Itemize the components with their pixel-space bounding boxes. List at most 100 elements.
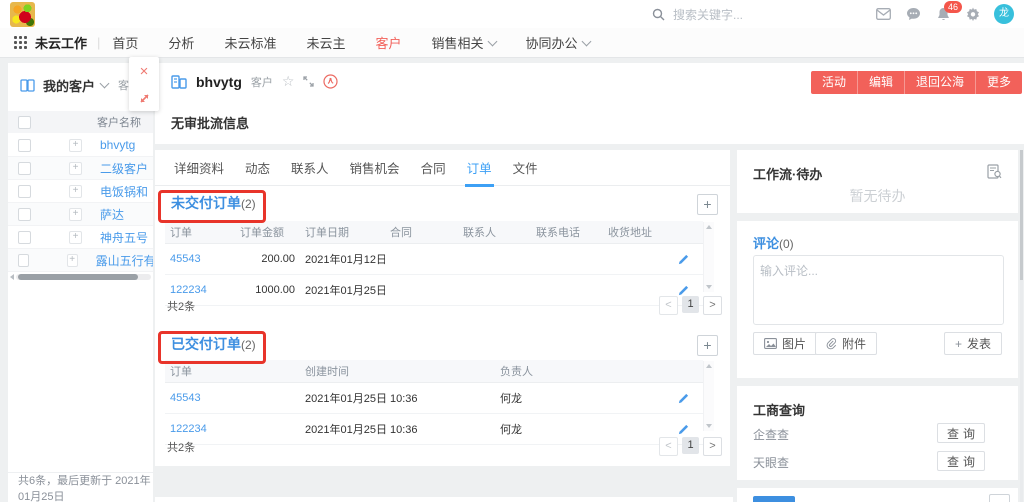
tianyancha-query-button[interactable]: 查询 (937, 451, 985, 471)
row-checkbox[interactable] (18, 185, 31, 198)
doc-search-icon[interactable] (987, 164, 1002, 179)
row-checkbox[interactable] (18, 139, 31, 152)
comment-input[interactable] (753, 255, 1004, 325)
tab-files[interactable]: 文件 (511, 149, 540, 186)
customer-name-link[interactable]: 露山五行有限 (96, 252, 153, 269)
image-button[interactable]: 图片 (753, 332, 817, 355)
nav-item-home[interactable]: 首页 (112, 33, 138, 52)
list-item[interactable]: + 二级客户 (8, 157, 153, 180)
settings-button[interactable] (958, 7, 988, 21)
order-link[interactable]: 122234 (170, 284, 207, 296)
scroll-down-icon[interactable] (706, 424, 712, 428)
nav-item-standard[interactable]: 未云标准 (224, 33, 276, 52)
customer-name-link[interactable]: 萨达 (100, 206, 124, 223)
row-checkbox[interactable] (18, 231, 31, 244)
prev-page-button[interactable]: < (659, 437, 678, 456)
app-logo[interactable] (10, 2, 35, 27)
table-scrollbar[interactable] (703, 361, 714, 431)
scroll-up-icon[interactable] (706, 225, 712, 229)
attachment-button[interactable]: 附件 (815, 332, 877, 355)
right-panel-scrollbar[interactable] (1020, 150, 1023, 502)
list-item[interactable]: + 电饭锅和 (8, 180, 153, 203)
row-checkbox[interactable] (18, 208, 31, 221)
edit-pencil-icon[interactable] (678, 285, 689, 296)
annotation-box (158, 190, 266, 223)
scrollbar-thumb[interactable] (18, 274, 138, 280)
customer-name-link[interactable]: 神舟五号 (100, 229, 148, 246)
table-scrollbar[interactable] (703, 222, 714, 292)
next-page-button[interactable]: > (703, 437, 722, 456)
add-order-button[interactable]: + (697, 335, 718, 356)
notifications-button[interactable]: 46 (928, 7, 958, 21)
next-page-button[interactable]: > (703, 296, 722, 315)
edit-pencil-icon[interactable] (678, 424, 689, 435)
expand-plus-icon[interactable]: + (69, 231, 82, 244)
mail-button[interactable] (868, 8, 898, 20)
nav-item-customers[interactable]: 客户 (375, 33, 401, 52)
expand-plus-icon[interactable]: + (69, 185, 82, 198)
more-button[interactable]: 更多 (976, 71, 1022, 94)
nav-item-sales[interactable]: 销售相关 (431, 33, 495, 52)
seal-icon[interactable] (323, 74, 338, 89)
publish-button[interactable]: + 发表 (944, 332, 1002, 355)
undelivered-orders-table: 订单订单金额订单日期合同联系人联系电话收货地址 45543 200.00 202… (165, 221, 703, 306)
paperclip-icon (826, 338, 837, 350)
scroll-up-icon[interactable] (706, 364, 712, 368)
add-button[interactable] (989, 494, 1010, 502)
customer-name-link[interactable]: 二级客户 (100, 160, 148, 177)
tab-contracts[interactable]: 合同 (419, 149, 448, 186)
tab-opportunities[interactable]: 销售机会 (348, 149, 402, 186)
current-page[interactable]: 1 (682, 437, 699, 454)
edit-pencil-icon[interactable] (678, 254, 689, 265)
list-item[interactable]: + 神舟五号 (8, 226, 153, 249)
nav-item-main[interactable]: 未云主 (306, 33, 345, 52)
expand-plus-icon[interactable]: + (67, 254, 78, 267)
prev-page-button[interactable]: < (659, 296, 678, 315)
scrollbar-thumb[interactable] (1020, 150, 1023, 280)
edit-button[interactable]: 编辑 (858, 71, 905, 94)
workspace-name[interactable]: 未云工作 (35, 33, 87, 52)
list-item[interactable]: + bhvytg (8, 134, 153, 157)
order-link[interactable]: 45543 (170, 253, 201, 265)
expand-plus-icon[interactable]: + (69, 208, 82, 221)
row-checkbox[interactable] (18, 254, 29, 267)
scroll-left-arrow-icon[interactable] (10, 274, 14, 280)
order-link[interactable]: 122234 (170, 423, 207, 435)
list-title[interactable]: 我的客户 (43, 76, 95, 95)
tab-orders[interactable]: 订单 (465, 149, 494, 186)
list-item[interactable]: + 萨达 (8, 203, 153, 226)
order-link[interactable]: 45543 (170, 392, 201, 404)
current-page[interactable]: 1 (682, 296, 699, 313)
user-avatar[interactable]: 龙 (994, 4, 1014, 24)
customer-name-link[interactable]: bhvytg (100, 138, 135, 152)
qichacha-query-button[interactable]: 查询 (937, 423, 985, 443)
delivered-orders-table: 订单创建时间负责人 45543 2021年01月25日 10:36 何龙 122… (165, 360, 703, 445)
edit-pencil-icon[interactable] (678, 393, 689, 404)
tab-contacts[interactable]: 联系人 (289, 149, 331, 186)
star-icon[interactable]: ☆ (282, 73, 295, 90)
resize-diagonal-icon[interactable] (138, 92, 151, 105)
add-order-button[interactable]: + (697, 194, 718, 215)
expand-plus-icon[interactable]: + (69, 162, 82, 175)
expand-plus-icon[interactable]: + (69, 139, 82, 152)
chat-button[interactable] (898, 7, 928, 21)
app-grid-icon[interactable] (14, 36, 27, 49)
horizontal-scrollbar[interactable] (10, 273, 151, 280)
close-icon[interactable]: × (140, 64, 149, 79)
chevron-down-icon[interactable] (100, 79, 110, 89)
list-item[interactable]: + 露山五行有限 (8, 249, 153, 272)
fullscreen-icon[interactable] (303, 76, 314, 87)
tab-details[interactable]: 详细资料 (172, 149, 226, 186)
nav-item-analysis[interactable]: 分析 (168, 33, 194, 52)
tab-activity[interactable]: 动态 (243, 149, 272, 186)
return-to-pool-button[interactable]: 退回公海 (905, 71, 976, 94)
nav-item-collaboration[interactable]: 协同办公 (526, 33, 590, 52)
pagination: < 1 > (659, 296, 722, 315)
search-placeholder: 搜索关键字... (673, 6, 743, 23)
select-all-checkbox[interactable] (18, 116, 31, 129)
activity-button[interactable]: 活动 (811, 71, 858, 94)
scroll-down-icon[interactable] (706, 285, 712, 289)
row-checkbox[interactable] (18, 162, 31, 175)
customer-name-link[interactable]: 电饭锅和 (100, 183, 148, 200)
global-search-input[interactable]: 搜索关键字... (652, 6, 743, 23)
